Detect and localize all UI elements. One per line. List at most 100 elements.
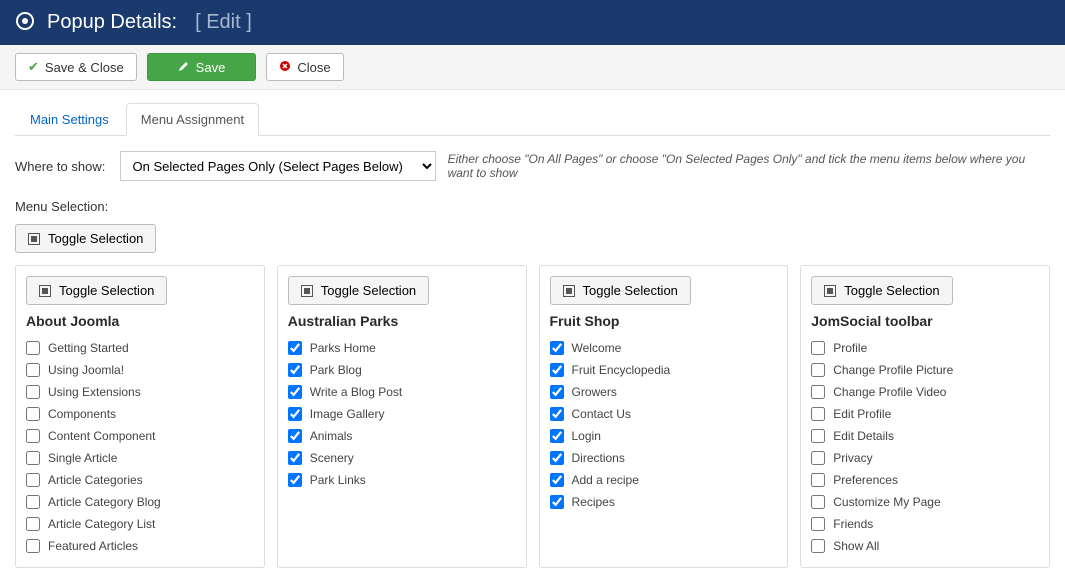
menu-item: Growers	[550, 381, 778, 403]
toggle-selection-label: Toggle Selection	[59, 283, 154, 298]
menu-item-label: Recipes	[572, 495, 615, 509]
menu-item: Add a recipe	[550, 469, 778, 491]
save-button[interactable]: Save	[147, 53, 257, 81]
checkbox-mixed-icon	[563, 285, 575, 297]
menu-item-label: Show All	[833, 539, 879, 553]
menu-column: Toggle SelectionFruit ShopWelcomeFruit E…	[539, 265, 789, 568]
menu-item-checkbox[interactable]	[26, 517, 40, 531]
menu-item-checkbox[interactable]	[26, 407, 40, 421]
menu-item-label: Directions	[572, 451, 625, 465]
menu-item: Profile	[811, 337, 1039, 359]
menu-item-checkbox[interactable]	[550, 495, 564, 509]
menu-item: Using Extensions	[26, 381, 254, 403]
menu-item-label: Article Category Blog	[48, 495, 161, 509]
menu-item-label: Change Profile Video	[833, 385, 946, 399]
menu-item: Recipes	[550, 491, 778, 513]
menu-item: Scenery	[288, 447, 516, 469]
toggle-selection-button[interactable]: Toggle Selection	[550, 276, 691, 305]
menu-item: Article Category Blog	[26, 491, 254, 513]
menu-item: Content Component	[26, 425, 254, 447]
menu-item-checkbox[interactable]	[288, 385, 302, 399]
menu-item-checkbox[interactable]	[288, 451, 302, 465]
tab-main-settings[interactable]: Main Settings	[15, 103, 124, 136]
menu-item: Fruit Encyclopedia	[550, 359, 778, 381]
menu-item-checkbox[interactable]	[26, 363, 40, 377]
menu-item-checkbox[interactable]	[26, 451, 40, 465]
save-and-close-button[interactable]: ✔ Save & Close	[15, 53, 137, 81]
menu-item-label: Park Links	[310, 473, 366, 487]
checkbox-mixed-icon	[28, 233, 40, 245]
toggle-selection-button[interactable]: Toggle Selection	[288, 276, 429, 305]
menu-item: Directions	[550, 447, 778, 469]
menu-item-checkbox[interactable]	[550, 341, 564, 355]
menu-item-checkbox[interactable]	[811, 385, 825, 399]
menu-item-label: Edit Details	[833, 429, 894, 443]
menu-item-label: Welcome	[572, 341, 622, 355]
menu-item-checkbox[interactable]	[811, 429, 825, 443]
menu-item: Friends	[811, 513, 1039, 535]
toolbar: ✔ Save & Close Save Close	[0, 45, 1065, 90]
close-button[interactable]: Close	[266, 53, 343, 81]
menu-item-label: Article Categories	[48, 473, 143, 487]
menu-item-checkbox[interactable]	[26, 473, 40, 487]
menu-title: JomSocial toolbar	[811, 313, 1039, 329]
menu-item-checkbox[interactable]	[26, 495, 40, 509]
menu-item-checkbox[interactable]	[811, 539, 825, 553]
menu-item-label: Content Component	[48, 429, 155, 443]
menu-item-checkbox[interactable]	[550, 385, 564, 399]
menu-item: Using Joomla!	[26, 359, 254, 381]
menu-item-label: Getting Started	[48, 341, 129, 355]
toggle-selection-all-button[interactable]: Toggle Selection	[15, 224, 156, 253]
checkbox-mixed-icon	[824, 285, 836, 297]
menu-item: Edit Details	[811, 425, 1039, 447]
tab-content: Where to show: On Selected Pages Only (S…	[0, 136, 1065, 583]
menu-item-label: Animals	[310, 429, 353, 443]
menu-item-checkbox[interactable]	[811, 451, 825, 465]
menu-item-checkbox[interactable]	[811, 495, 825, 509]
menu-item: Preferences	[811, 469, 1039, 491]
toggle-selection-button[interactable]: Toggle Selection	[26, 276, 167, 305]
menu-item-label: Park Blog	[310, 363, 362, 377]
menu-item: Parks Home	[288, 337, 516, 359]
menu-item: Components	[26, 403, 254, 425]
toggle-selection-button[interactable]: Toggle Selection	[811, 276, 952, 305]
menu-item-checkbox[interactable]	[550, 473, 564, 487]
tab-menu-assignment[interactable]: Menu Assignment	[126, 103, 259, 136]
save-and-close-label: Save & Close	[45, 60, 124, 75]
menu-columns: Toggle SelectionAbout JoomlaGetting Star…	[15, 265, 1050, 568]
menu-item-checkbox[interactable]	[550, 429, 564, 443]
menu-item-checkbox[interactable]	[288, 429, 302, 443]
menu-item-checkbox[interactable]	[288, 363, 302, 377]
menu-item-checkbox[interactable]	[811, 341, 825, 355]
page-title: Popup Details:	[47, 11, 177, 34]
menu-item-checkbox[interactable]	[288, 341, 302, 355]
menu-item: Customize My Page	[811, 491, 1039, 513]
where-to-show-hint: Either choose "On All Pages" or choose "…	[448, 152, 1050, 180]
menu-item-label: Featured Articles	[48, 539, 138, 553]
menu-item-checkbox[interactable]	[26, 539, 40, 553]
where-to-show-select[interactable]: On Selected Pages Only (Select Pages Bel…	[120, 151, 436, 181]
menu-item-label: Using Extensions	[48, 385, 141, 399]
toggle-selection-label: Toggle Selection	[48, 231, 143, 246]
menu-item-checkbox[interactable]	[26, 341, 40, 355]
menu-item-label: Change Profile Picture	[833, 363, 953, 377]
menu-item: Contact Us	[550, 403, 778, 425]
menu-item-checkbox[interactable]	[288, 473, 302, 487]
close-label: Close	[297, 60, 330, 75]
menu-item-checkbox[interactable]	[811, 517, 825, 531]
menu-item-checkbox[interactable]	[26, 385, 40, 399]
menu-item-checkbox[interactable]	[550, 451, 564, 465]
menu-item-label: Growers	[572, 385, 617, 399]
menu-item: Park Blog	[288, 359, 516, 381]
menu-item-checkbox[interactable]	[550, 363, 564, 377]
menu-column: Toggle Selection JomSocial toolbar Profile…	[800, 265, 1050, 568]
menu-item-checkbox[interactable]	[811, 473, 825, 487]
menu-item-checkbox[interactable]	[288, 407, 302, 421]
menu-item-checkbox[interactable]	[811, 363, 825, 377]
menu-item-label: Preferences	[833, 473, 898, 487]
toggle-selection-label: Toggle Selection	[583, 283, 678, 298]
menu-item-checkbox[interactable]	[811, 407, 825, 421]
menu-item-checkbox[interactable]	[26, 429, 40, 443]
menu-item-label: Image Gallery	[310, 407, 385, 421]
menu-item-checkbox[interactable]	[550, 407, 564, 421]
